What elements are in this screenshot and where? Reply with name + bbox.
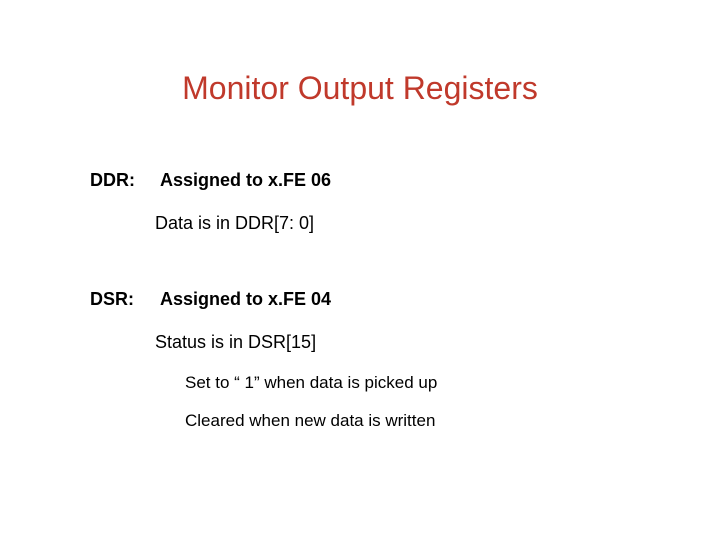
register-header: DSR: Assigned to x.FE 04 <box>90 289 650 310</box>
register-assigned: Assigned to x.FE 06 <box>160 170 331 191</box>
slide-title: Monitor Output Registers <box>0 70 720 107</box>
register-header: DDR: Assigned to x.FE 06 <box>90 170 650 191</box>
register-detail: Status is in DSR[15] <box>155 332 650 353</box>
register-label: DDR: <box>90 170 160 191</box>
register-label: DSR: <box>90 289 160 310</box>
register-block-dsr: DSR: Assigned to x.FE 04 Status is in DS… <box>90 289 650 431</box>
register-detail: Data is in DDR[7: 0] <box>155 213 650 234</box>
register-assigned: Assigned to x.FE 04 <box>160 289 331 310</box>
register-block-ddr: DDR: Assigned to x.FE 06 Data is in DDR[… <box>90 170 650 234</box>
content-area: DDR: Assigned to x.FE 06 Data is in DDR[… <box>90 170 650 486</box>
register-bullet: Cleared when new data is written <box>185 411 650 431</box>
register-bullet: Set to “ 1” when data is picked up <box>185 373 650 393</box>
